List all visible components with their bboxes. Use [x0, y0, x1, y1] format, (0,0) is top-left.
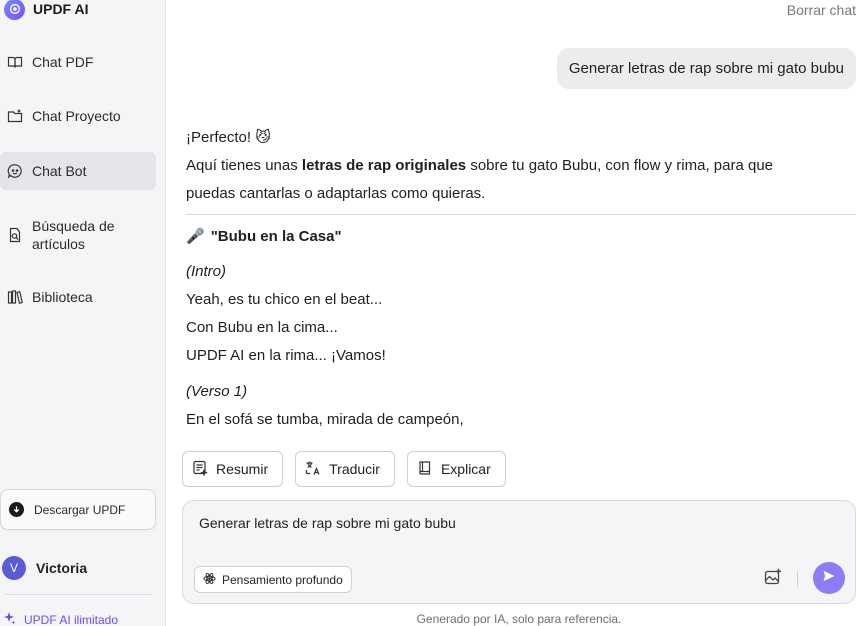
- sidebar-item-busqueda[interactable]: Búsqueda de artículos: [0, 216, 156, 254]
- brand[interactable]: UPDF AI: [4, 0, 88, 22]
- summarize-label: Resumir: [216, 461, 269, 477]
- user-profile[interactable]: V Victoria: [2, 556, 87, 580]
- avatar: V: [2, 556, 26, 580]
- sidebar-item-label: Chat PDF: [32, 54, 94, 70]
- translate-button[interactable]: Traducir: [295, 451, 395, 487]
- brand-name: UPDF AI: [33, 1, 89, 17]
- sidebar-item-label: Chat Proyecto: [32, 108, 121, 124]
- upgrade-link[interactable]: UPDF AI ilimitado: [2, 611, 118, 626]
- sidebar-item-label: Chat Bot: [32, 163, 87, 179]
- composer: Pensamiento profundo: [182, 500, 856, 604]
- folder-icon: [6, 107, 24, 125]
- ai-disclaimer: Generado por IA, solo para referencia.: [416, 612, 622, 626]
- sidebar-item-chat-bot[interactable]: Chat Bot: [0, 152, 156, 190]
- microphone-icon: 🎤: [186, 228, 205, 245]
- answer-divider: [186, 214, 856, 215]
- lyric-line: Yeah, es tu chico en el beat...: [186, 291, 383, 308]
- song-title-row: 🎤 "Bubu en la Casa": [186, 224, 856, 250]
- translate-label: Traducir: [329, 461, 380, 477]
- answer-text: sobre tu gato Bubu, con flow y rima, par…: [466, 157, 773, 174]
- updf-logo-icon: [4, 0, 25, 20]
- book-open-icon: [6, 53, 24, 71]
- action-buttons: Resumir Traducir Explicar: [182, 451, 506, 487]
- download-label: Descargar UPDF: [34, 502, 126, 517]
- lyric-line: En el sofá se tumba, mirada de campeón,: [186, 411, 464, 428]
- answer-text: Aquí tienes unas: [186, 157, 302, 174]
- chat-bot-icon: [6, 162, 24, 180]
- sidebar-divider: [4, 594, 152, 595]
- sidebar: UPDF AI Chat PDF Chat Proyecto Chat Bot …: [0, 0, 166, 626]
- section-label-intro: (Intro): [186, 263, 227, 280]
- sidebar-item-chat-pdf[interactable]: Chat PDF: [0, 53, 156, 71]
- sidebar-item-biblioteca[interactable]: Biblioteca: [0, 288, 156, 306]
- explain-label: Explicar: [440, 461, 491, 477]
- sidebar-item-label: Biblioteca: [32, 289, 93, 305]
- answer-intro-line: Aquí tienes unas letras de rap originale…: [186, 152, 856, 180]
- send-icon: [822, 569, 836, 588]
- summarize-icon: [192, 460, 208, 479]
- sparkle-icon: [2, 611, 16, 626]
- image-add-icon: [764, 568, 782, 591]
- lyric-line: UPDF AI en la rima... ¡Vamos!: [186, 347, 386, 364]
- upgrade-label: UPDF AI ilimitado: [24, 612, 119, 626]
- sidebar-item-label: Búsqueda de artículos: [32, 218, 115, 252]
- answer-bold-text: letras de rap originales: [301, 157, 467, 174]
- clear-chat-button[interactable]: Borrar chat: [787, 2, 856, 18]
- song-lyrics: 🎤 "Bubu en la Casa" (Intro) Yeah, es tu …: [186, 224, 856, 434]
- assistant-answer: ¡Perfecto! 😼 Aquí tienes unas letras de …: [186, 124, 856, 208]
- document-search-icon: [6, 226, 24, 244]
- composer-divider: [797, 571, 798, 587]
- download-updf-button[interactable]: Descargar UPDF: [0, 489, 156, 530]
- send-button[interactable]: [813, 562, 845, 594]
- answer-greeting: ¡Perfecto! 😼: [186, 129, 271, 146]
- answer-intro-line-2: puedas cantarlas o adaptarlas como quier…: [186, 185, 486, 202]
- translate-icon: [305, 460, 321, 479]
- download-icon: [9, 502, 24, 517]
- user-name: Victoria: [36, 560, 88, 576]
- book-icon: [417, 460, 433, 479]
- section-label-verse: (Verso 1): [186, 383, 248, 400]
- chat-input[interactable]: [199, 515, 739, 539]
- song-title: "Bubu en la Casa": [210, 228, 342, 245]
- lyric-line: Con Bubu en la cima...: [186, 319, 338, 336]
- deep-thinking-button[interactable]: Pensamiento profundo: [194, 566, 352, 593]
- user-message-bubble: Generar letras de rap sobre mi gato bubu: [556, 48, 856, 89]
- atom-icon: [203, 572, 216, 588]
- library-icon: [6, 288, 24, 306]
- deep-thinking-label: Pensamiento profundo: [222, 572, 343, 587]
- sidebar-item-chat-proyecto[interactable]: Chat Proyecto: [0, 107, 156, 125]
- image-upload-button[interactable]: [761, 567, 785, 591]
- summarize-button[interactable]: Resumir: [182, 451, 284, 487]
- explain-button[interactable]: Explicar: [406, 451, 506, 487]
